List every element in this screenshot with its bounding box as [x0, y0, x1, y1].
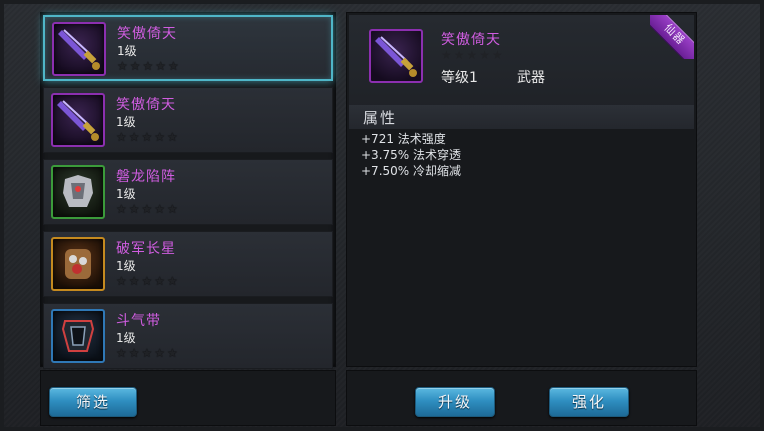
attribute-line: +3.75% 法术穿透 [361, 148, 461, 162]
attribute-line: +721 法术强度 [361, 132, 446, 146]
list-item[interactable]: 笑傲倚天 1级 ★★★★★ [43, 15, 333, 81]
detail-level: 等级1 [441, 70, 478, 86]
attributes-header: 属性 [349, 105, 694, 129]
item-name: 斗气带 [116, 313, 161, 329]
item-detail-panel: 笑傲倚天 ★★★★★ 等级1 武器 仙器 属性 +721 法术强度 +3.75%… [346, 12, 697, 367]
filter-bar: 筛选 [40, 370, 336, 426]
list-item[interactable]: 斗气带 1级 ★★★★★ [43, 303, 333, 369]
item-level: 1级 [116, 115, 136, 129]
item-level: 1级 [116, 259, 136, 273]
star-rating: ★★★★★ [116, 274, 180, 288]
purple-sword-icon [51, 93, 105, 147]
purple-sword-icon [52, 22, 106, 76]
equipment-list[interactable]: 笑傲倚天 1级 ★★★★★ 笑傲倚天 1级 ★★★★★ 磐龙陷阵 1级 ★★★★… [40, 12, 336, 369]
gauntlet-icon [51, 237, 105, 291]
star-rating: ★★★★★ [116, 202, 180, 216]
detail-header: 笑傲倚天 ★★★★★ 等级1 武器 仙器 [349, 15, 694, 111]
quality-badge: 仙器 [650, 15, 694, 59]
item-name: 破军长星 [116, 241, 176, 257]
attributes-list: +721 法术强度 +3.75% 法术穿透 +7.50% 冷却缩减 [361, 131, 461, 179]
item-name: 磐龙陷阵 [116, 169, 176, 185]
list-item[interactable]: 笑傲倚天 1级 ★★★★★ [43, 87, 333, 153]
purple-sword-icon [369, 29, 423, 83]
action-bar: 升级 强化 [346, 370, 697, 426]
detail-star-rating: ★★★★★ [441, 48, 505, 62]
list-item[interactable]: 磐龙陷阵 1级 ★★★★★ [43, 159, 333, 225]
item-name: 笑傲倚天 [116, 97, 176, 113]
attributes-title: 属性 [363, 109, 398, 127]
armor-icon [51, 165, 105, 219]
star-rating: ★★★★★ [116, 346, 180, 360]
item-level: 1级 [117, 44, 137, 58]
item-level: 1级 [116, 331, 136, 345]
star-rating: ★★★★★ [116, 130, 180, 144]
detail-item-name: 笑傲倚天 [441, 32, 501, 48]
enhance-button[interactable]: 强化 [549, 387, 629, 417]
detail-type: 武器 [517, 70, 545, 86]
belt-icon [51, 309, 105, 363]
filter-button[interactable]: 筛选 [49, 387, 137, 417]
attribute-line: +7.50% 冷却缩减 [361, 164, 461, 178]
item-name: 笑傲倚天 [117, 26, 177, 42]
star-rating: ★★★★★ [117, 59, 181, 73]
upgrade-button[interactable]: 升级 [415, 387, 495, 417]
list-item[interactable]: 破军长星 1级 ★★★★★ [43, 231, 333, 297]
item-level: 1级 [116, 187, 136, 201]
